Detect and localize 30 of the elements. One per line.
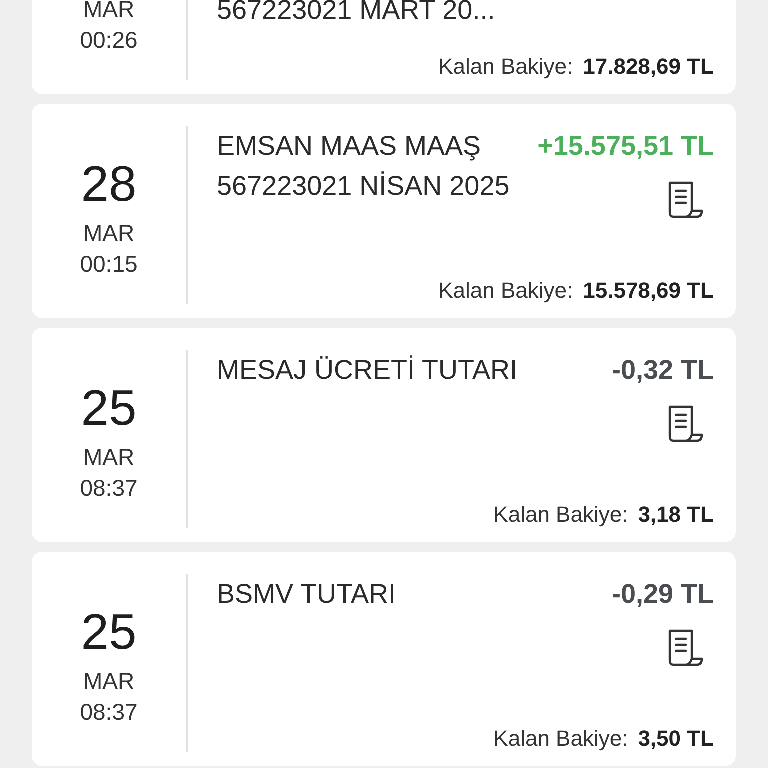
transaction-description: MESAJ ÜCRETİ TUTARI <box>217 354 519 387</box>
month-label: MAR <box>83 0 135 24</box>
balance-value: 3,50 TL <box>638 726 714 752</box>
transaction-card[interactable]: 25 MAR 08:37 MESAJ ÜCRETİ TUTARI -0,32 TL Kalan Bakiye: 3,18 TL <box>32 328 736 542</box>
transaction-card[interactable]: 25 MAR 08:37 BSMV TUTARI -0,29 TL Kalan Bakiye: 3,50 TL <box>32 552 736 766</box>
month-label: MAR <box>83 443 135 472</box>
balance-value: 15.578,69 TL <box>583 278 714 304</box>
transaction-description: BSMV TUTARI <box>217 578 398 611</box>
month-label: MAR <box>83 219 135 248</box>
balance-label: Kalan Bakiye: <box>438 278 574 304</box>
day-number: 28 <box>81 155 137 214</box>
day-number: 25 <box>81 603 137 662</box>
time-label: 08:37 <box>80 474 138 503</box>
balance-label: Kalan Bakiye: <box>494 726 628 752</box>
time-label: 00:26 <box>80 26 138 55</box>
balance-label: Kalan Bakiye: <box>494 502 628 528</box>
time-label: 00:15 <box>80 250 138 279</box>
transaction-amount: -0,29 TL <box>612 578 714 611</box>
time-label: 08:37 <box>80 698 138 727</box>
transaction-description: EMSAN MAAS MAAŞ 567223021 NİSAN 2025 <box>217 130 511 203</box>
transaction-card[interactable]: 28 MAR 00:15 EMSAN MAAS MAAŞ 567223021 NİSAN 2025 +15.575,51 TL Kalan Bakiye: 15.578,69 TL <box>32 104 736 318</box>
balance-value: 17.828,69 TL <box>583 54 714 80</box>
transaction-card[interactable]: MAR 00:26 567223021 MART 20... Kalan Bakiye: 17.828,69 TL <box>32 0 736 94</box>
day-number: 25 <box>81 379 137 438</box>
transaction-amount: -0,32 TL <box>612 354 714 387</box>
month-label: MAR <box>83 667 135 696</box>
balance-value: 3,18 TL <box>638 502 714 528</box>
transaction-description: 567223021 MART 20... <box>217 0 496 27</box>
balance-label: Kalan Bakiye: <box>438 54 574 80</box>
transaction-amount: +15.575,51 TL <box>538 130 714 163</box>
